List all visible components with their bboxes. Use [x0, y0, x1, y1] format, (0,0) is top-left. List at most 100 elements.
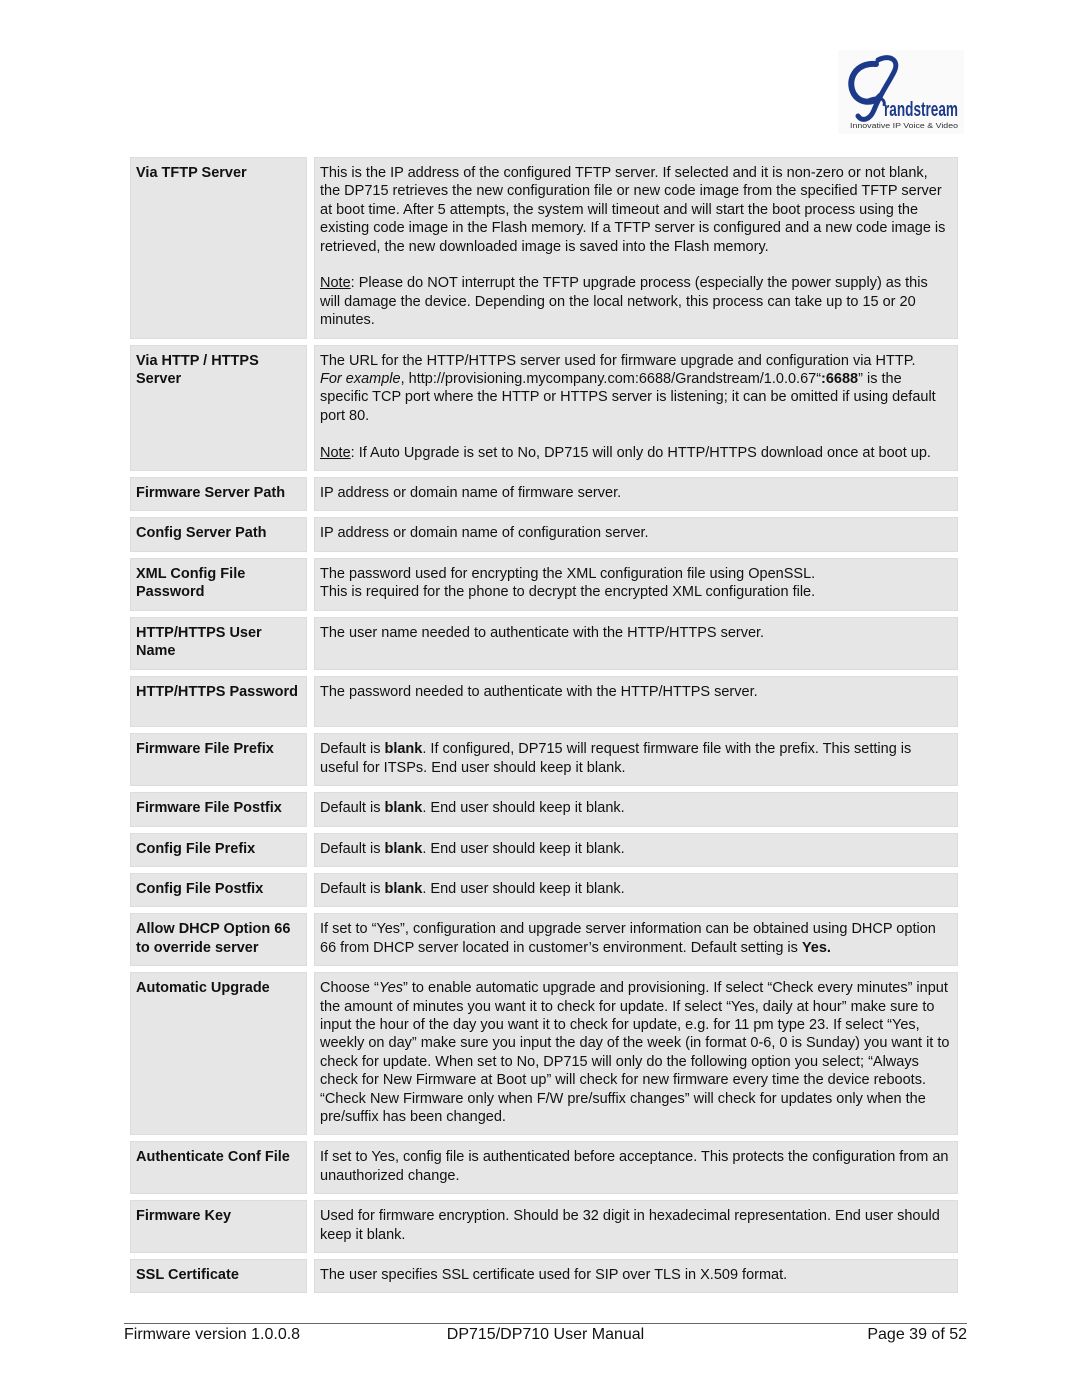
description-paragraph: If set to “Yes”, configuration and upgra…	[320, 920, 951, 957]
table-row: SSL Certificate The user specifies SSL ce…	[130, 1259, 958, 1294]
parameter-description: Default is blank. If configured, DP715 w…	[314, 733, 958, 787]
parameter-name: Config File Postfix	[130, 872, 307, 908]
parameter-table: Via TFTP Server This is the IP address of…	[130, 157, 958, 1299]
grandstream-logo: randstream Innovative IP Voice & Video	[838, 50, 964, 134]
text-segment: : If Auto Upgrade is set to No, DP715 wi…	[350, 444, 931, 461]
description-paragraph: Default is blank. End user should keep i…	[320, 880, 951, 898]
text-segment: The user specifies SSL certificate used …	[320, 1267, 788, 1284]
text-segment: If set to Yes, config file is authentica…	[320, 1149, 949, 1184]
parameter-name: Config File Prefix	[130, 832, 307, 867]
description-paragraph: If set to Yes, config file is authentica…	[320, 1148, 951, 1185]
text-segment: The password used for encrypting the XML…	[320, 565, 816, 582]
table-row: HTTP/HTTPS Password The password needed t…	[130, 675, 958, 728]
table-row: HTTP/HTTPS User Name The user name needed…	[130, 616, 958, 670]
grandstream-logo-icon: randstream Innovative IP Voice & Video	[848, 55, 958, 130]
parameter-name: Firmware File Postfix	[130, 792, 307, 827]
description-paragraph: Used for firmware encryption. Should be …	[320, 1207, 951, 1244]
emphasis-text: Yes.	[801, 939, 831, 956]
description-paragraph: This is the IP address of the configured…	[320, 164, 951, 256]
parameter-name: Allow DHCP Option 66 to override server	[130, 913, 307, 967]
footer-manual-title: DP715/DP710 User Manual	[446, 1326, 645, 1343]
parameter-name: Via TFTP Server	[130, 157, 307, 339]
description-paragraph: The password needed to authenticate with…	[320, 683, 951, 701]
description-paragraph: Note: Please do NOT interrupt the TFTP u…	[320, 274, 951, 329]
description-paragraph: IP address or domain name of configurati…	[320, 524, 951, 542]
parameter-description: Default is blank. End user should keep i…	[314, 872, 958, 908]
parameter-description: IP address or domain name of firmware se…	[314, 477, 958, 512]
parameter-description: Used for firmware encryption. Should be …	[314, 1200, 958, 1254]
emphasis-text: :6688	[821, 371, 859, 388]
parameter-description: Default is blank. End user should keep i…	[314, 832, 958, 867]
parameter-name: Via HTTP / HTTPS Server	[130, 344, 307, 472]
parameter-description: Default is blank. End user should keep i…	[314, 792, 958, 827]
description-paragraph: The user specifies SSL certificate used …	[320, 1266, 951, 1284]
parameter-name: Firmware Key	[130, 1200, 307, 1254]
table-row: Via TFTP Server This is the IP address of…	[130, 157, 958, 339]
parameter-description: Choose “Yes” to enable automatic upgrade…	[314, 972, 958, 1136]
table-row: Config Server Path IP address or domain n…	[130, 517, 958, 552]
description-paragraph: The user name needed to authenticate wit…	[320, 624, 951, 642]
parameter-description: The password needed to authenticate with…	[314, 675, 958, 728]
text-segment: Default is	[320, 880, 385, 897]
parameter-name: Authenticate Conf File	[130, 1141, 307, 1195]
table-row: Allow DHCP Option 66 to override server I…	[130, 913, 958, 967]
note-label: Note	[320, 275, 351, 292]
text-segment: , http://provisioning.mycompany.com:6688…	[400, 371, 822, 388]
logo-tagline: Innovative IP Voice & Video	[850, 121, 958, 130]
text-segment: The user name needed to authenticate wit…	[320, 624, 765, 641]
text-segment: IP address or domain name of configurati…	[320, 525, 649, 542]
parameter-description: The URL for the HTTP/HTTPS server used f…	[314, 344, 958, 472]
text-segment: If set to “Yes”, configuration and upgra…	[320, 921, 936, 956]
description-paragraph: Default is blank. End user should keep i…	[320, 840, 951, 858]
description-paragraph: IP address or domain name of firmware se…	[320, 484, 951, 502]
emphasis-text: blank	[384, 840, 423, 857]
table-row: Firmware File Prefix Default is blank. If…	[130, 733, 958, 787]
emphasis-text: blank	[384, 741, 423, 758]
parameter-name: HTTP/HTTPS User Name	[130, 616, 307, 670]
description-paragraph: The password used for encrypting the XML…	[320, 565, 951, 602]
footer-page-number: Page 39 of 52	[867, 1326, 967, 1343]
parameter-description: If set to “Yes”, configuration and upgra…	[314, 913, 958, 967]
emphasis-text: blank	[384, 800, 423, 817]
description-paragraph: Default is blank. End user should keep i…	[320, 799, 951, 817]
parameter-name: Firmware Server Path	[130, 477, 307, 512]
parameter-description: The password used for encrypting the XML…	[314, 557, 958, 611]
description-paragraph: Default is blank. If configured, DP715 w…	[320, 740, 951, 777]
footer-firmware-version: Firmware version 1.0.0.8	[124, 1326, 301, 1343]
text-segment: Choose “	[320, 980, 379, 997]
text-segment: ” to enable automatic upgrade and provis…	[320, 980, 950, 1125]
note-label: Note	[320, 444, 351, 461]
text-segment: . End user should keep it blank.	[422, 800, 625, 817]
text-segment: This is the IP address of the configured…	[320, 165, 946, 255]
table-row: Config File Prefix Default is blank. End …	[130, 832, 958, 867]
text-segment: Default is	[320, 741, 385, 758]
italic-text: Yes	[378, 980, 404, 997]
description-paragraph: Note: If Auto Upgrade is set to No, DP71…	[320, 444, 951, 462]
text-segment: This is required for the phone to decryp…	[320, 584, 816, 601]
text-segment: Used for firmware encryption. Should be …	[320, 1208, 940, 1243]
parameter-description: This is the IP address of the configured…	[314, 157, 958, 339]
parameter-description: IP address or domain name of configurati…	[314, 517, 958, 552]
table-row: Firmware File Postfix Default is blank. E…	[130, 792, 958, 827]
parameter-name: Firmware File Prefix	[130, 733, 307, 787]
table-row: Firmware Key Used for firmware encryption…	[130, 1200, 958, 1254]
text-segment: Default is	[320, 800, 385, 817]
parameter-description: If set to Yes, config file is authentica…	[314, 1141, 958, 1195]
description-paragraph: Choose “Yes” to enable automatic upgrade…	[320, 979, 951, 1126]
page-footer: Firmware version 1.0.0.8 DP715/DP710 Use…	[124, 1323, 967, 1344]
parameter-name: SSL Certificate	[130, 1259, 307, 1294]
text-segment: IP address or domain name of firmware se…	[320, 485, 622, 502]
logo-brand-text: randstream	[884, 99, 958, 121]
parameter-name: Config Server Path	[130, 517, 307, 552]
table-row: Config File Postfix Default is blank. End…	[130, 872, 958, 908]
table-row: XML Config File Password The password use…	[130, 557, 958, 611]
text-segment: The password needed to authenticate with…	[320, 683, 758, 700]
parameter-description: The user specifies SSL certificate used …	[314, 1259, 958, 1294]
parameter-description: The user name needed to authenticate wit…	[314, 616, 958, 670]
text-segment: . End user should keep it blank.	[422, 880, 625, 897]
text-segment: . End user should keep it blank.	[422, 840, 625, 857]
text-segment: The URL for the HTTP/HTTPS server used f…	[320, 352, 916, 369]
parameter-name: Automatic Upgrade	[130, 972, 307, 1136]
table-row: Authenticate Conf File If set to Yes, con…	[130, 1141, 958, 1195]
table-row: Automatic Upgrade Choose “Yes” to enable …	[130, 972, 958, 1136]
